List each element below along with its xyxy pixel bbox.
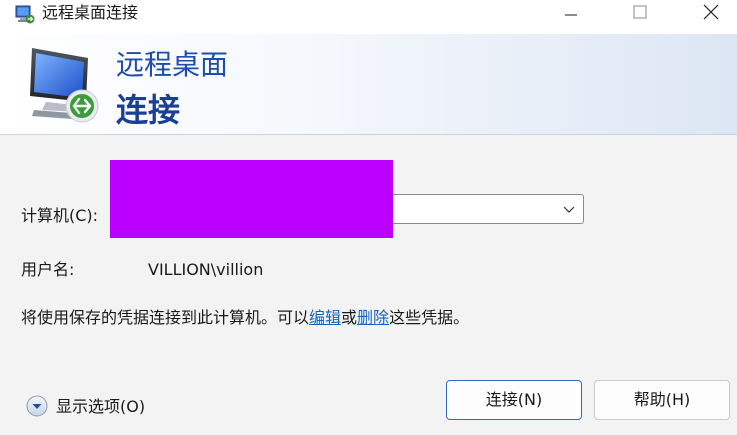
remote-desktop-window: 远程桌面连接 远程桌面 连接 计算机(C): 用户名: VILLION\vill… bbox=[0, 0, 737, 435]
dialog-body: 计算机(C): 用户名: VILLION\villion 将使用保存的凭据连接到… bbox=[0, 135, 737, 435]
saved-credentials-text: 将使用保存的凭据连接到此计算机。可以 bbox=[21, 308, 310, 327]
saved-credentials-tail: 这些凭据。 bbox=[389, 308, 470, 327]
help-button[interactable]: 帮助(H) bbox=[594, 380, 730, 420]
saved-credentials-notice: 将使用保存的凭据连接到此计算机。可以编辑或删除这些凭据。 bbox=[21, 307, 469, 329]
edit-credentials-link[interactable]: 编辑 bbox=[309, 308, 341, 327]
redaction-block bbox=[110, 160, 393, 238]
username-label: 用户名: bbox=[21, 260, 75, 279]
minimize-button[interactable] bbox=[548, 0, 594, 30]
close-button[interactable] bbox=[688, 0, 734, 30]
chevron-down-icon[interactable] bbox=[563, 204, 575, 214]
username-value: VILLION\villion bbox=[148, 260, 264, 279]
delete-credentials-link[interactable]: 删除 bbox=[357, 308, 389, 327]
monitor-connect-icon bbox=[30, 48, 99, 123]
saved-credentials-or: 或 bbox=[341, 308, 358, 327]
window-title: 远程桌面连接 bbox=[42, 3, 139, 22]
computer-label: 计算机(C): bbox=[21, 206, 99, 225]
remote-desktop-app-icon bbox=[15, 5, 35, 24]
maximize-button[interactable] bbox=[617, 0, 663, 30]
title-bar: 远程桌面连接 bbox=[0, 0, 737, 34]
show-options-label: 显示选项(O) bbox=[56, 397, 146, 416]
banner-title-line1: 远程桌面 bbox=[116, 48, 229, 81]
connect-button[interactable]: 连接(N) bbox=[446, 380, 582, 420]
header-banner: 远程桌面 连接 bbox=[0, 34, 737, 135]
banner-title-line2: 连接 bbox=[116, 91, 181, 129]
expand-circle-icon[interactable] bbox=[26, 395, 48, 417]
